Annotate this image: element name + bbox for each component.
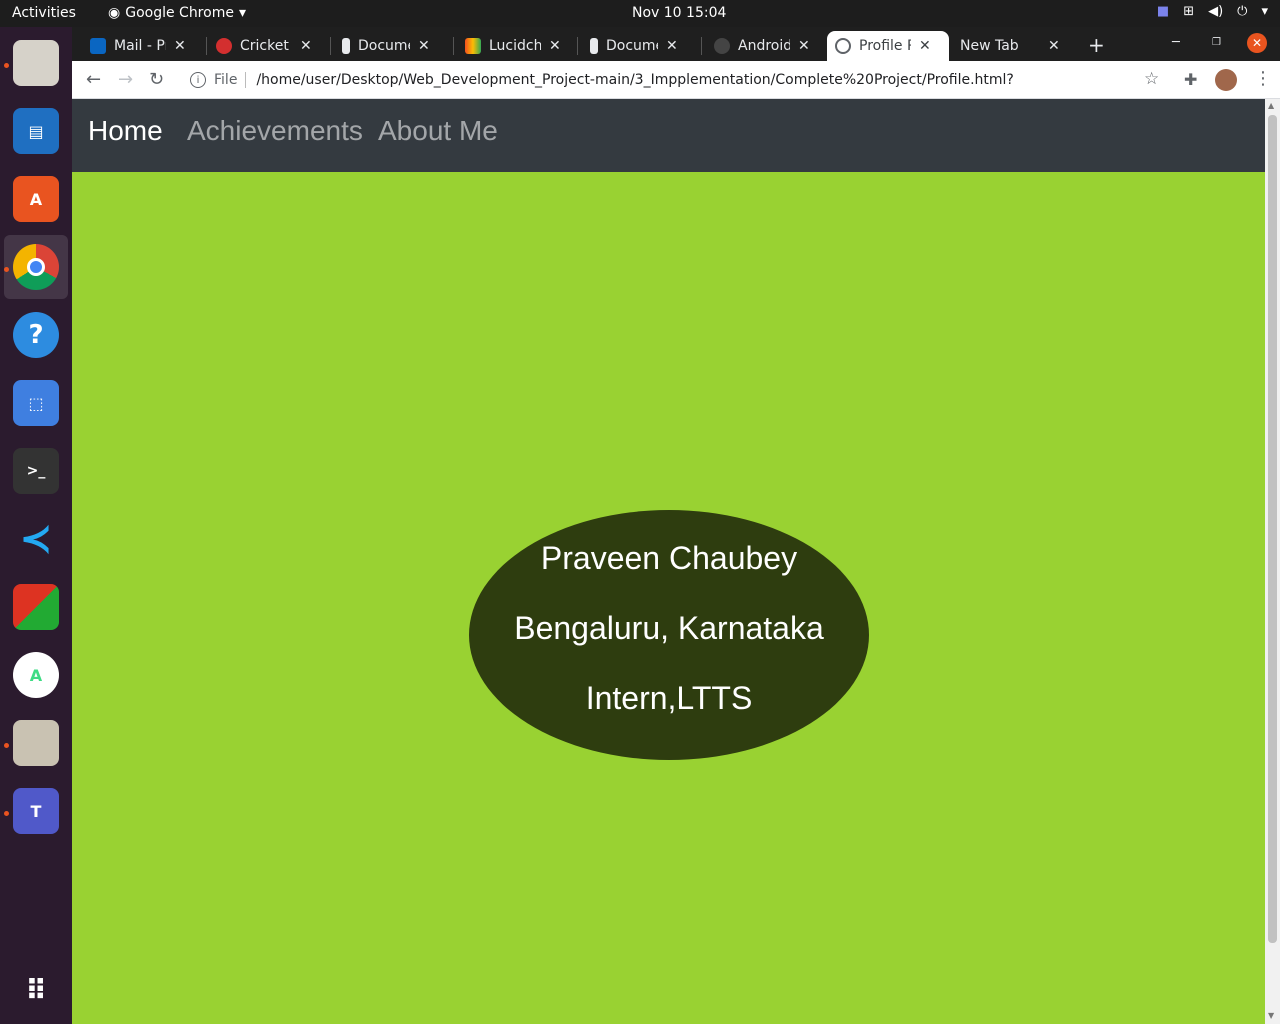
tab-strip: Mail - Pra ✕ Cricket s ✕ Docume ✕ Lucidc… bbox=[72, 27, 1280, 61]
scroll-down-arrow-icon[interactable]: ▼ bbox=[1268, 1011, 1274, 1020]
close-icon[interactable]: ✕ bbox=[798, 38, 810, 54]
tab-separator bbox=[701, 37, 702, 55]
scroll-up-arrow-icon[interactable]: ▲ bbox=[1268, 101, 1274, 110]
teams-tray-icon[interactable]: ■ bbox=[1157, 4, 1169, 19]
address-bar[interactable]: i File /home/user/Desktop/Web_Developmen… bbox=[180, 65, 1170, 95]
tab-mail[interactable]: Mail - Pra ✕ bbox=[82, 31, 206, 61]
volume-icon[interactable]: ◀) bbox=[1208, 4, 1223, 19]
site-navbar: Home Achievements About Me bbox=[72, 99, 1265, 172]
tab-separator bbox=[330, 37, 331, 55]
back-arrow-icon[interactable]: ← bbox=[86, 69, 101, 90]
activities-button[interactable]: Activities bbox=[12, 5, 76, 21]
url-scheme-label: File bbox=[214, 72, 247, 88]
docs-icon bbox=[590, 38, 598, 54]
profile-avatar[interactable] bbox=[1215, 69, 1237, 91]
minimize-icon[interactable]: ─ bbox=[1172, 35, 1180, 50]
app-menu[interactable]: ◉ Google Chrome ▾ bbox=[108, 5, 246, 21]
system-tray[interactable]: ■ ⊞ ◀) ⏻ ▾ bbox=[1157, 4, 1268, 19]
chevron-down-icon[interactable]: ▾ bbox=[1261, 4, 1268, 19]
tab-docs-2[interactable]: Docume ✕ bbox=[582, 31, 706, 61]
tab-separator bbox=[577, 37, 578, 55]
bookmark-star-icon[interactable]: ☆ bbox=[1144, 69, 1159, 89]
vertical-scrollbar[interactable]: ▲ ▼ bbox=[1265, 99, 1280, 1024]
kebab-menu-icon[interactable]: ⋮ bbox=[1254, 68, 1272, 89]
close-icon[interactable]: ✕ bbox=[174, 38, 186, 54]
tab-title: Cricket s bbox=[240, 38, 292, 54]
url-text[interactable]: /home/user/Desktop/Web_Development_Proje… bbox=[256, 72, 1013, 88]
close-icon[interactable]: ✕ bbox=[549, 38, 561, 54]
docs-icon bbox=[342, 38, 350, 54]
restore-icon[interactable]: ❐ bbox=[1212, 37, 1221, 48]
profile-role: Intern,LTTS bbox=[585, 680, 753, 716]
tab-android[interactable]: Android ✕ bbox=[706, 31, 830, 61]
tab-lucidchart[interactable]: Lucidcha ✕ bbox=[457, 31, 581, 61]
tab-title: Docume bbox=[606, 38, 658, 54]
browser-toolbar: ← → ↻ i File /home/user/Desktop/Web_Deve… bbox=[72, 61, 1280, 99]
running-indicator bbox=[4, 63, 9, 68]
extensions-puzzle-icon[interactable]: ✚ bbox=[1184, 70, 1197, 89]
dock: ▤ A ? ⬚ >_ ≺ A T ⠿ bbox=[0, 27, 72, 1024]
scrollbar-thumb[interactable] bbox=[1268, 115, 1277, 943]
github-icon bbox=[714, 38, 730, 54]
forward-arrow-icon[interactable]: → bbox=[118, 69, 133, 90]
new-tab-plus-icon[interactable]: + bbox=[1088, 33, 1105, 57]
app-menu-label: Google Chrome bbox=[125, 5, 234, 21]
close-icon[interactable]: ✕ bbox=[418, 38, 430, 54]
running-indicator bbox=[4, 811, 9, 816]
game-icon[interactable] bbox=[13, 584, 59, 630]
clock[interactable]: Nov 10 15:04 bbox=[632, 5, 726, 21]
chrome-small-icon: ◉ bbox=[108, 5, 121, 21]
libreoffice-impress-icon[interactable]: ▤ bbox=[13, 108, 59, 154]
profile-name: Praveen Chaubey bbox=[540, 540, 798, 576]
tab-separator bbox=[453, 37, 454, 55]
close-icon[interactable]: ✕ bbox=[666, 38, 678, 54]
tab-docs-1[interactable]: Docume ✕ bbox=[334, 31, 458, 61]
reload-icon[interactable]: ↻ bbox=[149, 69, 164, 90]
tab-separator bbox=[206, 37, 207, 55]
browser-chrome: Mail - Pra ✕ Cricket s ✕ Docume ✕ Lucidc… bbox=[72, 27, 1280, 99]
close-icon[interactable]: ✕ bbox=[1048, 38, 1060, 54]
web-page: Home Achievements About Me Praveen Chaub… bbox=[72, 99, 1265, 1024]
lucidchart-icon bbox=[465, 38, 481, 54]
teams-icon[interactable]: T bbox=[13, 788, 59, 834]
files-icon[interactable] bbox=[13, 40, 59, 86]
profile-ellipse: Praveen Chaubey Bengaluru, Karnataka Int… bbox=[469, 510, 869, 760]
running-indicator bbox=[4, 267, 9, 272]
nav-link-home[interactable]: Home bbox=[88, 115, 163, 147]
outlook-icon bbox=[90, 38, 106, 54]
profile-location: Bengaluru, Karnataka bbox=[514, 610, 824, 646]
globe-icon bbox=[835, 38, 851, 54]
terminal-icon[interactable]: >_ bbox=[13, 448, 59, 494]
system-top-bar: Activities ◉ Google Chrome ▾ Nov 10 15:0… bbox=[0, 0, 1280, 27]
screenshot-icon[interactable]: ⬚ bbox=[13, 380, 59, 426]
help-icon[interactable]: ? bbox=[13, 312, 59, 358]
nav-link-about-me[interactable]: About Me bbox=[378, 115, 498, 147]
android-studio-icon[interactable]: A bbox=[13, 652, 59, 698]
close-icon[interactable]: ✕ bbox=[919, 38, 931, 54]
tab-title: Profile P bbox=[859, 38, 911, 54]
tab-title: Mail - Pra bbox=[114, 38, 166, 54]
tab-title: Lucidcha bbox=[489, 38, 541, 54]
tab-profile[interactable]: Profile P ✕ bbox=[827, 31, 949, 61]
network-icon[interactable]: ⊞ bbox=[1183, 4, 1194, 19]
chrome-icon[interactable] bbox=[13, 244, 59, 290]
running-indicator bbox=[4, 743, 9, 748]
tab-new-tab[interactable]: New Tab ✕ bbox=[952, 31, 1072, 61]
tab-title: Android bbox=[738, 38, 790, 54]
window-close-icon[interactable]: ✕ bbox=[1247, 33, 1267, 53]
show-apps-icon[interactable]: ⠿ bbox=[13, 967, 59, 1013]
vscode-icon[interactable]: ≺ bbox=[13, 516, 59, 562]
info-icon[interactable]: i bbox=[190, 72, 206, 88]
software-center-icon[interactable]: A bbox=[13, 176, 59, 222]
chevron-down-icon: ▾ bbox=[238, 5, 246, 21]
tab-cricket[interactable]: Cricket s ✕ bbox=[208, 31, 332, 61]
power-icon[interactable]: ⏻ bbox=[1237, 4, 1247, 19]
tab-title: New Tab bbox=[960, 38, 1019, 54]
cricket-icon bbox=[216, 38, 232, 54]
archive-icon[interactable] bbox=[13, 720, 59, 766]
close-icon[interactable]: ✕ bbox=[300, 38, 312, 54]
tab-title: Docume bbox=[358, 38, 410, 54]
nav-link-achievements[interactable]: Achievements bbox=[187, 115, 363, 147]
